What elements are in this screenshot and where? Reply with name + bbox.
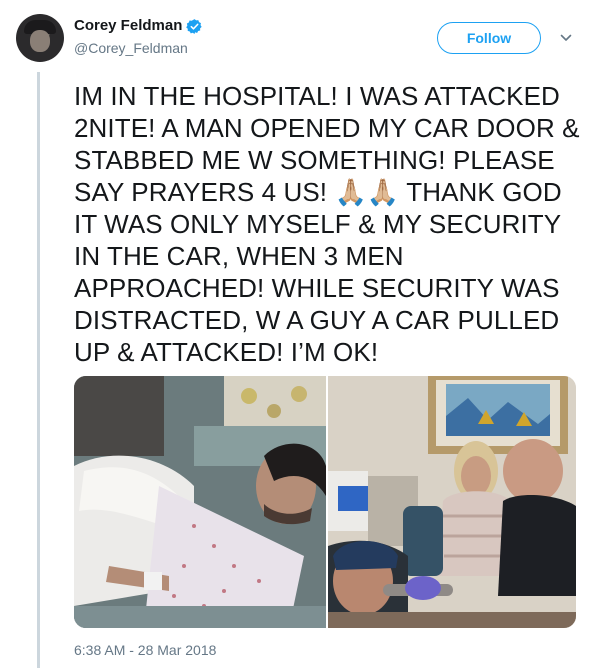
chevron-down-icon[interactable] [560,32,572,44]
photo-hospital-bed-illustration [74,376,326,628]
avatar-face [30,30,50,52]
verified-badge-icon [186,19,203,34]
media-photo-treatment-room[interactable] [328,376,576,628]
tweet-timestamp[interactable]: 6:38 AM - 28 Mar 2018 [74,642,216,658]
photo-treatment-room-illustration [328,376,576,628]
author-name-row[interactable]: Corey Feldman [74,17,203,34]
tweet-media[interactable] [74,376,576,628]
avatar[interactable] [16,14,64,62]
author-name[interactable]: Corey Feldman [74,17,182,34]
follow-button[interactable]: Follow [437,22,541,54]
tweet-text: IM IN THE HOSPITAL! I WAS ATTACKED 2NITE… [74,81,580,367]
media-photo-hospital-bed[interactable] [74,376,326,628]
thread-line [37,72,40,668]
author-handle[interactable]: @Corey_Feldman [74,40,188,56]
